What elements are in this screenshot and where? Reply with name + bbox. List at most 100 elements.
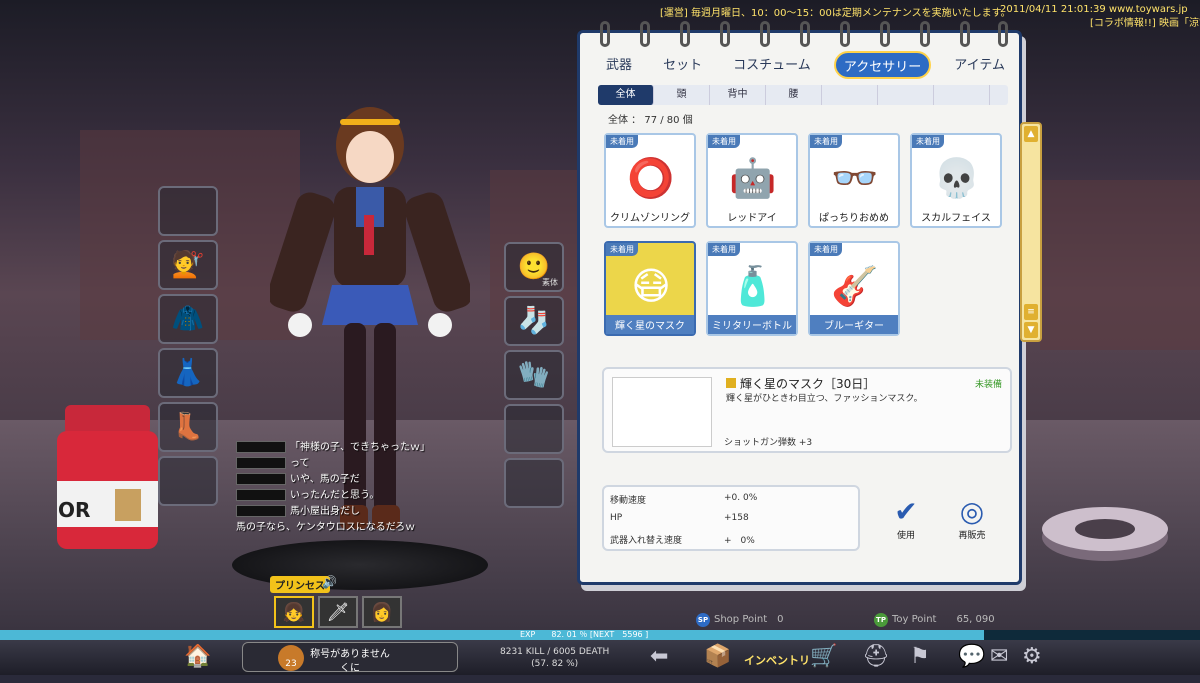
left-slot-hair[interactable]: 💇	[158, 240, 218, 290]
right-slot-1[interactable]: 🙂 素体	[504, 242, 564, 292]
stat-value: +0. 0%	[724, 493, 758, 503]
shoes-icon: 👢	[171, 412, 205, 442]
right-slot-4[interactable]	[504, 404, 564, 454]
chat-line: いや、馬の子だ	[236, 472, 430, 488]
party-portrait-2[interactable]: 🗡	[318, 596, 358, 628]
subtab-7[interactable]	[934, 85, 990, 105]
item-icon: 🤖	[729, 155, 777, 200]
cart-icon[interactable]: 🛒	[810, 644, 837, 669]
unequipped-badge: 未着用	[708, 243, 740, 256]
left-slot-top[interactable]: 🧥	[158, 294, 218, 344]
item-name: ぱっちりおめめ	[819, 213, 889, 224]
chat-text: 馬小屋出身だし	[290, 506, 360, 517]
hair-icon: 💇	[171, 250, 205, 280]
chat-log: 「神様の子、できちゃったｗ」 って いや、馬の子だ いったんだと思う。 馬小屋出身だし馬…	[236, 440, 430, 536]
check-icon: ✔	[894, 495, 918, 528]
speaker-icon[interactable]: 🔊	[322, 575, 337, 589]
tab-2[interactable]: セット	[655, 51, 710, 79]
right-slot-3[interactable]: 🧤	[504, 350, 564, 400]
home-icon[interactable]: 🏠	[184, 644, 211, 669]
item-name: 輝く星のマスク	[606, 315, 694, 334]
unequipped-badge: 未着用	[810, 243, 842, 256]
tab-5[interactable]: アイテム	[946, 51, 1013, 79]
item-icon: 👓	[831, 155, 879, 200]
item-icon: 💀	[933, 155, 981, 200]
subtab-1[interactable]: 全体	[598, 85, 654, 105]
subtab-4[interactable]: 腰	[766, 85, 822, 105]
inventory-box-icon[interactable]: 📦	[704, 644, 731, 669]
mail-icon[interactable]: ✉	[990, 644, 1008, 669]
inventory-notebook: 武器 セット コスチューム アクセサリー アイテム 全体頭背中腰 全体 ： 77 / 8…	[577, 21, 1022, 585]
scroll-down-icon[interactable]: ▼	[1024, 322, 1038, 338]
redacted-name	[236, 505, 286, 517]
flag-icon[interactable]: ⚑	[910, 644, 930, 669]
spiral-ring	[600, 21, 610, 47]
redacted-name	[236, 489, 286, 501]
subtab-5[interactable]	[822, 85, 878, 105]
item-name: レッドアイ	[727, 213, 777, 224]
unequipped-badge: 未着用	[810, 135, 842, 148]
tab-4[interactable]: アクセサリー	[833, 51, 932, 79]
title-box[interactable]: 称号がありません くに	[242, 642, 458, 674]
item-card[interactable]: 未着用 😷 輝く星のマスク	[604, 241, 696, 336]
spiral-ring	[960, 21, 970, 47]
skirt-icon: 👗	[171, 358, 205, 388]
spiral-ring	[680, 21, 690, 47]
kill-death: 8231 KILL / 6005 DEATH (57. 82 %)	[500, 647, 610, 669]
subtab-2[interactable]: 頭	[654, 85, 710, 105]
shop-point: SP Shop Point 0	[696, 613, 784, 627]
scroll-thumb[interactable]: ≡	[1024, 304, 1038, 320]
item-card[interactable]: 未着用 🎸 ブルーギター	[808, 241, 900, 336]
item-card[interactable]: 未着用 🧴 ミリタリーボトル	[706, 241, 798, 336]
item-card[interactable]: 未着用 👓 ぱっちりおめめ	[808, 133, 900, 228]
item-card[interactable]: 未着用 💀 スカルフェイス	[910, 133, 1002, 228]
resell-button[interactable]: ◎ 再販売	[944, 495, 1000, 541]
scroll-up-icon[interactable]: ▲	[1024, 126, 1038, 142]
settings-gear-icon[interactable]: ⚙	[1022, 644, 1042, 669]
back-arrow-icon[interactable]: ⬅	[650, 644, 668, 669]
inventory-label[interactable]: インベントリ	[744, 652, 810, 668]
category-tabs: 武器 セット コスチューム アクセサリー アイテム	[598, 51, 1013, 79]
item-name: クリムゾンリング	[610, 213, 690, 224]
slot-tag: 素体	[542, 278, 558, 287]
equip-state: 未装備	[974, 380, 1002, 390]
spiral-ring	[720, 21, 730, 47]
right-slot-2[interactable]: 🧦	[504, 296, 564, 346]
unequipped-badge: 未着用	[912, 135, 944, 148]
sub-category-tabs: 全体頭背中腰	[598, 85, 1008, 105]
item-detail-panel: 😷 輝く星のマスク［30日］ 未装備 輝く星がひときわ目立つ、ファッションマスク…	[602, 367, 1012, 453]
exp-text: EXP 82. 01 ％ [NEXT 5596 ]	[520, 630, 649, 639]
helmet-icon[interactable]: ⛑	[862, 644, 890, 669]
right-slot-5[interactable]	[504, 458, 564, 508]
chat-icon[interactable]: 💬	[958, 644, 985, 669]
item-card[interactable]: 未着用 🤖 レッドアイ	[706, 133, 798, 228]
paint-jar	[57, 405, 158, 549]
left-slot-shoes[interactable]: 👢	[158, 402, 218, 452]
item-scrollbar[interactable]: ▲ ≡ ▼	[1020, 122, 1042, 342]
stat-value: + 0%	[724, 536, 755, 546]
swirl-icon: ◎	[959, 495, 985, 528]
item-card[interactable]: 未着用 ⭕ クリムゾンリング	[604, 133, 696, 228]
item-name: スカルフェイス	[921, 213, 991, 224]
unequipped-badge: 未着用	[606, 135, 638, 148]
notice-ticker: [運営] 毎週月曜日、10：00～15：00は定期メンテナンスを実施いたします。	[660, 8, 1011, 19]
tab-1[interactable]: 武器	[598, 51, 640, 79]
stat-label: 移動速度	[610, 496, 647, 506]
use-button[interactable]: ✔ 使用	[878, 495, 934, 541]
party-portrait-3[interactable]: 👩	[362, 596, 402, 628]
chat-line: いったんだと思う。	[236, 488, 430, 504]
party-portrait-1[interactable]: 👧	[274, 596, 314, 628]
tab-3[interactable]: コスチューム	[725, 51, 819, 79]
title-badge: プリンセス	[270, 576, 330, 593]
redacted-name	[236, 457, 286, 469]
item-icon: 🎸	[831, 263, 879, 308]
subtab-3[interactable]: 背中	[710, 85, 766, 105]
subtab-6[interactable]	[878, 85, 934, 105]
left-slot-empty[interactable]	[158, 186, 218, 236]
detail-title: 輝く星のマスク［30日］	[726, 375, 875, 392]
left-slot-skirt[interactable]: 👗	[158, 348, 218, 398]
left-slot-empty[interactable]	[158, 456, 218, 506]
toy-point-icon: TP	[874, 613, 888, 627]
mask-icon: 😷	[612, 377, 712, 447]
redacted-name	[236, 473, 286, 485]
